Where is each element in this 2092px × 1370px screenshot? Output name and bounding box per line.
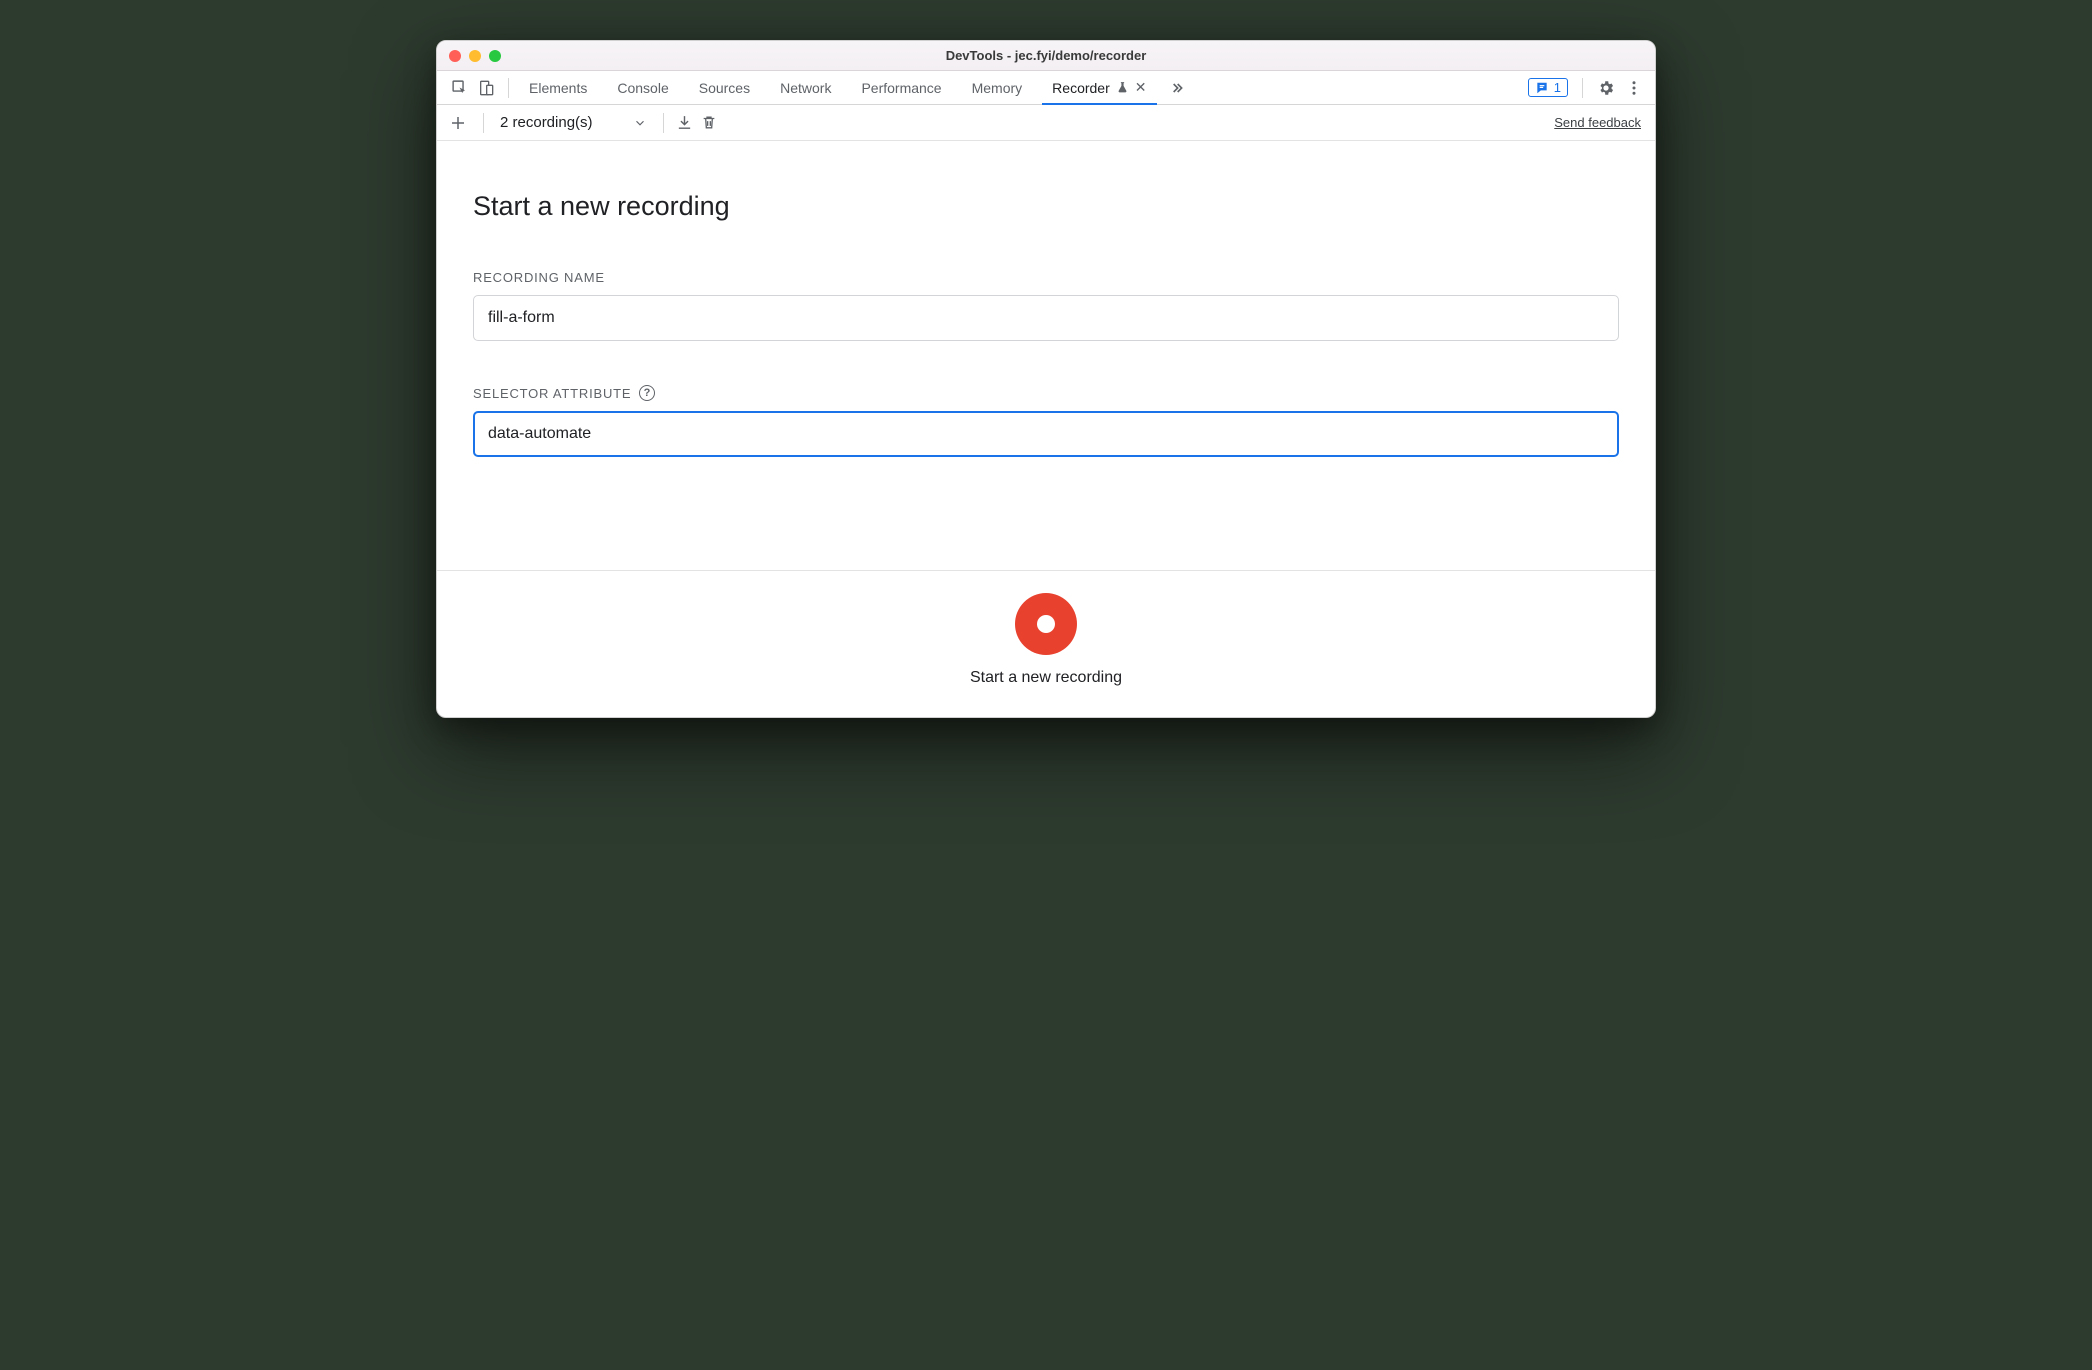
tab-elements[interactable]: Elements (515, 71, 601, 104)
selector-attribute-label: SELECTOR ATTRIBUTE (473, 386, 631, 401)
new-recording-icon[interactable] (445, 114, 471, 132)
tab-performance[interactable]: Performance (847, 71, 955, 104)
recording-name-label: RECORDING NAME (473, 270, 1619, 285)
start-recording-label: Start a new recording (970, 669, 1122, 687)
send-feedback-link[interactable]: Send feedback (1554, 115, 1647, 130)
recorder-toolbar: 2 recording(s) Send feedback (437, 105, 1655, 141)
recorder-footer: Start a new recording (437, 571, 1655, 717)
recording-name-input[interactable] (473, 295, 1619, 341)
recording-name-field: RECORDING NAME (473, 270, 1619, 341)
close-tab-icon[interactable]: ✕ (1135, 79, 1147, 96)
tab-console[interactable]: Console (603, 71, 682, 104)
recorder-content: Start a new recording RECORDING NAME SEL… (437, 141, 1655, 571)
divider (1582, 78, 1583, 98)
devtools-tabstrip: Elements Console Sources Network Perform… (437, 71, 1655, 105)
tab-label: Network (780, 80, 831, 96)
divider (508, 78, 509, 98)
page-title: Start a new recording (473, 191, 1619, 222)
tab-label: Elements (529, 80, 587, 96)
titlebar: DevTools - jec.fyi/demo/recorder (437, 41, 1655, 71)
settings-gear-icon[interactable] (1597, 79, 1615, 97)
divider (663, 113, 664, 133)
tab-label: Console (617, 80, 668, 96)
device-toolbar-icon[interactable] (478, 80, 494, 96)
tab-network[interactable]: Network (766, 71, 845, 104)
tab-memory[interactable]: Memory (958, 71, 1037, 104)
app-window: DevTools - jec.fyi/demo/recorder Element… (436, 40, 1656, 718)
close-window-button[interactable] (449, 50, 461, 62)
recordings-dropdown[interactable]: 2 recording(s) (496, 114, 651, 131)
kebab-menu-icon[interactable] (1625, 79, 1643, 97)
window-title: DevTools - jec.fyi/demo/recorder (437, 48, 1655, 63)
selector-attribute-input[interactable] (473, 411, 1619, 457)
delete-trash-icon[interactable] (701, 114, 717, 131)
tab-label: Sources (699, 80, 750, 96)
tab-sources[interactable]: Sources (685, 71, 764, 104)
tab-label: Memory (972, 80, 1023, 96)
tab-recorder[interactable]: Recorder ✕ (1038, 71, 1160, 104)
zoom-window-button[interactable] (489, 50, 501, 62)
dropdown-label: 2 recording(s) (500, 114, 593, 131)
issues-chip[interactable]: 1 (1528, 78, 1568, 97)
window-controls (437, 50, 501, 62)
record-dot-icon (1037, 615, 1055, 633)
minimize-window-button[interactable] (469, 50, 481, 62)
help-icon[interactable]: ? (639, 385, 655, 401)
chevron-down-icon (633, 116, 647, 130)
tab-label: Performance (861, 80, 941, 96)
selector-attribute-field: SELECTOR ATTRIBUTE ? (473, 385, 1619, 457)
more-tabs-icon[interactable] (1163, 80, 1191, 96)
start-recording-button[interactable] (1015, 593, 1077, 655)
issues-count: 1 (1554, 80, 1561, 95)
tab-label: Recorder (1052, 80, 1110, 96)
experiment-flask-icon (1116, 81, 1129, 94)
export-icon[interactable] (676, 114, 693, 131)
inspect-element-icon[interactable] (451, 79, 468, 96)
divider (483, 113, 484, 133)
